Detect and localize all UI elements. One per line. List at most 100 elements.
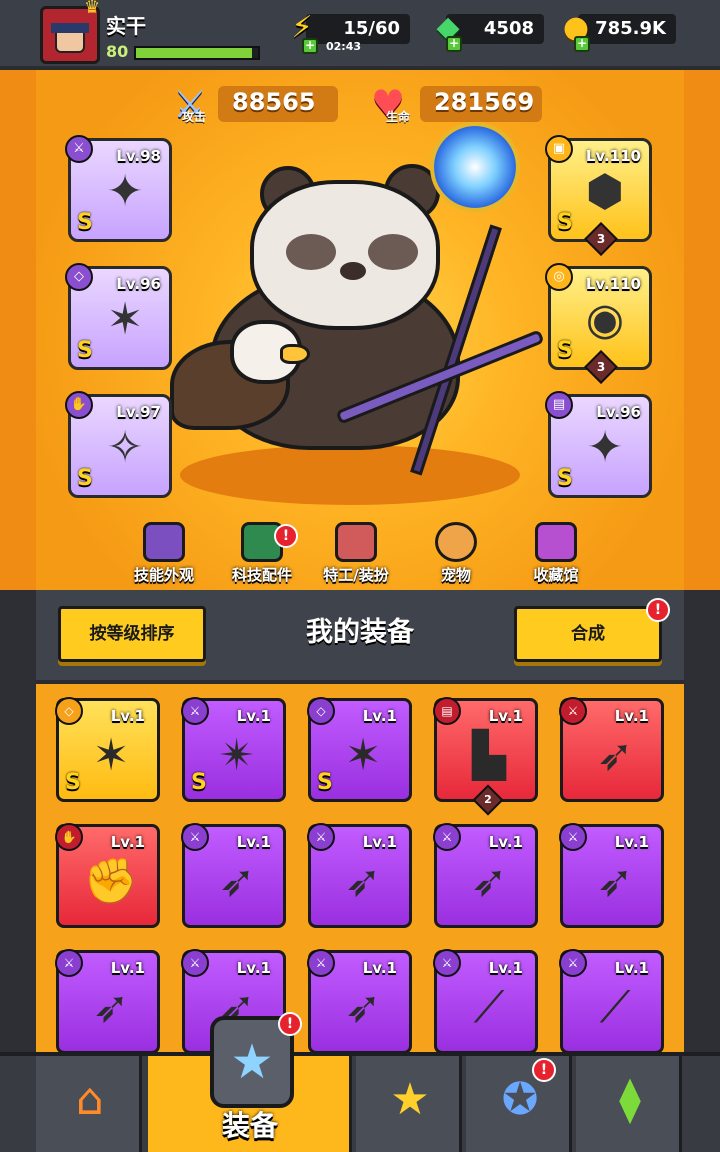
equip-slot-boots[interactable]: ▤ ✦ Lv.96 S [545, 391, 652, 498]
inventory-item[interactable]: ⚔ ⟋ Lv.1 [433, 949, 538, 1054]
hero-side-left [0, 70, 36, 590]
slot-level: Lv.97 [116, 403, 161, 421]
sort-by-level-button[interactable]: 按等级排序 [58, 606, 206, 662]
hp-label: 生命 [386, 110, 411, 124]
attack-stat: 88565 [218, 86, 338, 122]
inventory-item[interactable]: ⚔ ➶ Lv.1 [559, 823, 664, 928]
nav-equipment-label: 装备 [221, 1109, 278, 1142]
kunai-icon: ➶ [596, 730, 634, 781]
inventory-item[interactable]: ⚔ ➶ Lv.1 [307, 949, 412, 1054]
item-level: Lv.1 [488, 833, 523, 851]
inventory-item[interactable]: ⚔ ➶ Lv.1 [307, 823, 412, 928]
category-label: 技能外观 [133, 566, 194, 584]
weapon-type-icon: ⚔ [433, 949, 461, 977]
item-level: Lv.1 [236, 959, 271, 977]
equip-slot-armor[interactable]: ▣ ⬢ Lv.110 S 3 [545, 135, 652, 256]
kunai-icon: ➶ [596, 856, 634, 907]
nav-equipment[interactable]: ★ 装备 ! [148, 1012, 352, 1152]
item-level: Lv.1 [236, 707, 271, 725]
inventory-item[interactable]: ✋ ✊ Lv.1 [55, 823, 160, 928]
item-count: 2 [484, 793, 492, 806]
kunai-icon: ➶ [470, 856, 508, 907]
category-collection[interactable]: 收藏馆 [506, 522, 606, 586]
slot-level: Lv.96 [116, 275, 161, 293]
player-name: 实干 [106, 14, 146, 38]
alert-badge: ! [278, 1012, 302, 1036]
shop-icon: ⌂ [76, 1074, 104, 1125]
eagle-beak [280, 344, 310, 364]
weapon-type-icon: ⚔ [181, 949, 209, 977]
necklace-icon: ✶ [92, 730, 130, 781]
equip-slot-necklace[interactable]: ◇ ✶ Lv.96 S [65, 263, 172, 370]
weapon-type-icon: ⚔ [55, 949, 83, 977]
star-swords-icon: ★ [390, 1074, 430, 1125]
rank-label: S [557, 210, 573, 235]
category-pets[interactable]: 宠物 [406, 522, 506, 586]
inventory-item[interactable]: ◇ ✶ Lv.1 S [307, 697, 412, 802]
category-skill-skins[interactable]: 技能外观 [114, 522, 214, 586]
item-level: Lv.1 [614, 959, 649, 977]
rank-label: S [557, 466, 573, 491]
item-level: Lv.1 [236, 833, 271, 851]
xp-bar [134, 46, 260, 60]
necklace-icon: ✶ [344, 730, 382, 781]
nav-evolution[interactable]: ⧫ [576, 1056, 682, 1152]
equip-slot-gloves[interactable]: ✋ ✧ Lv.97 S [65, 391, 172, 498]
inventory-item[interactable]: ⚔ ➶ Lv.1 [559, 697, 664, 802]
category-agent-outfits[interactable]: 特工/装扮 [306, 522, 406, 586]
inventory-item[interactable]: ⚔ ⟋ Lv.1 [559, 949, 664, 1054]
weapon-type-icon: ⚔ [181, 697, 209, 725]
staff-orb-icon [430, 122, 520, 212]
item-level: Lv.1 [110, 959, 145, 977]
inventory-side-left [0, 590, 36, 1052]
alert-badge: ! [274, 524, 298, 548]
rank-label: S [77, 466, 93, 491]
rank-label: S [317, 770, 333, 795]
kunai-icon: ➶ [218, 856, 256, 907]
gloves-icon: ✧ [106, 422, 144, 473]
category-tech-parts[interactable]: 科技配件 ! [212, 522, 312, 586]
item-level: Lv.1 [110, 707, 145, 725]
inventory-item[interactable]: ▤ ▙ Lv.1 2 [433, 697, 538, 816]
energy-timer: 02:43 [326, 40, 362, 53]
inventory-item[interactable]: ⚔ ➶ Lv.1 [181, 823, 286, 928]
belt-type-icon: ◎ [545, 263, 573, 291]
item-level: Lv.1 [110, 833, 145, 851]
boots-icon: ✦ [586, 422, 624, 473]
player-level: 80 [106, 42, 129, 61]
add-energy-icon[interactable]: + [302, 38, 318, 54]
add-gold-icon[interactable]: + [574, 36, 590, 52]
equip-slot-belt[interactable]: ◎ ◉ Lv.110 S 3 [545, 263, 652, 384]
inventory-item[interactable]: ⚔ ➶ Lv.1 [433, 823, 538, 928]
attack-label: 攻击 [182, 110, 207, 124]
equip-slot-weapon[interactable]: ⚔ ✦ Lv.98 S [65, 135, 172, 242]
attack-value: 88565 [232, 88, 316, 116]
armor-type-icon: ▣ [545, 135, 573, 163]
belt-icon: ◉ [585, 294, 625, 345]
panda-eye-right [368, 234, 418, 270]
xp-bar-fill [136, 48, 252, 58]
inventory-item[interactable]: ⚔ ➶ Lv.1 [55, 949, 160, 1054]
nav-shop[interactable]: ⌂ [36, 1056, 142, 1152]
add-gem-icon[interactable]: + [446, 36, 462, 52]
item-level: Lv.1 [362, 833, 397, 851]
panda-nose [340, 262, 366, 280]
item-level: Lv.1 [488, 959, 523, 977]
treasure-chest-icon [535, 522, 577, 562]
staff-icon: ✦ [106, 166, 144, 217]
crown-icon: ♛ [84, 0, 101, 18]
item-level: Lv.1 [488, 707, 523, 725]
weapon-type-icon: ⚔ [559, 949, 587, 977]
nav-heroes[interactable]: ★ [356, 1056, 462, 1152]
item-level: Lv.1 [614, 707, 649, 725]
rank-label: S [77, 210, 93, 235]
item-count: 3 [596, 232, 606, 246]
nav-talents[interactable]: ✪ ! [466, 1056, 572, 1152]
item-level: Lv.1 [362, 959, 397, 977]
rank-label: S [77, 338, 93, 363]
merge-button[interactable]: 合成 [514, 606, 662, 662]
inventory-item[interactable]: ◇ ✶ Lv.1 S [55, 697, 160, 802]
inventory-item[interactable]: ⚔ ✴ Lv.1 S [181, 697, 286, 802]
inventory-side-right [684, 590, 720, 1052]
skill-skin-icon [143, 522, 185, 562]
